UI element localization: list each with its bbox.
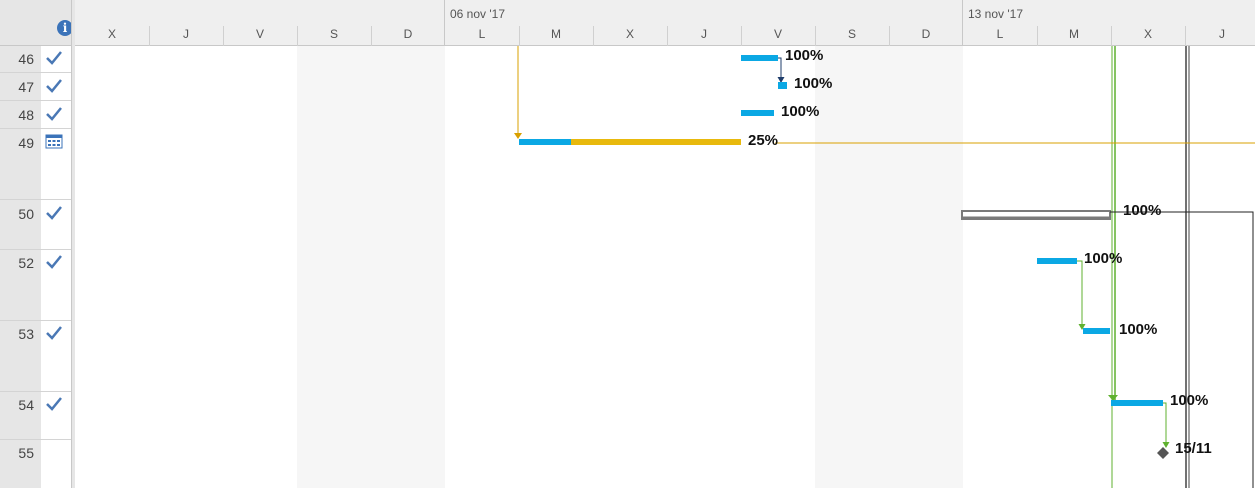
link-line — [1077, 260, 1083, 326]
task-label: 100% — [1123, 202, 1162, 219]
row-divider — [0, 100, 71, 101]
link-arrow — [514, 133, 522, 139]
task-bar[interactable] — [1037, 258, 1077, 264]
task-label: 100% — [785, 47, 824, 64]
row-divider — [0, 128, 71, 129]
task-bar-complete[interactable] — [519, 139, 571, 145]
row-id[interactable]: 49 — [0, 135, 34, 151]
task-label: 100% — [1170, 392, 1209, 409]
row-id[interactable]: 53 — [0, 326, 34, 342]
task-bar[interactable] — [741, 110, 774, 116]
day-label: D — [921, 27, 931, 41]
check-icon — [46, 51, 62, 65]
day-label: M — [1069, 27, 1079, 41]
check-icon — [46, 79, 62, 93]
milestone-diamond[interactable] — [1157, 447, 1169, 459]
task-bar[interactable] — [1083, 328, 1110, 334]
check-icon — [46, 326, 62, 340]
task-label: 15/11 — [1175, 440, 1212, 457]
calendar-icon — [45, 134, 63, 149]
day-label: S — [329, 27, 338, 41]
gantt-chart-area[interactable]: 100% 100% 100% 25% 100% 100% 100% 100% 1… — [75, 46, 1255, 488]
row-id[interactable]: 48 — [0, 107, 34, 123]
day-label: S — [847, 27, 856, 41]
link-line — [1163, 402, 1167, 444]
link-line — [778, 57, 782, 80]
week-label: 06 nov '17 — [450, 7, 506, 21]
row-id[interactable]: 47 — [0, 79, 34, 95]
row-divider — [0, 72, 71, 73]
row-id[interactable]: 52 — [0, 255, 34, 271]
check-icon — [46, 397, 62, 411]
day-label: J — [701, 27, 707, 41]
check-icon — [46, 206, 62, 220]
check-icon — [46, 255, 62, 269]
gantt-bars-svg — [514, 46, 1255, 488]
day-label: J — [183, 27, 189, 41]
row-id[interactable]: 55 — [0, 445, 34, 461]
row-id[interactable]: 54 — [0, 397, 34, 413]
day-label: X — [107, 27, 116, 41]
task-bar[interactable] — [741, 55, 778, 61]
day-label: L — [996, 27, 1004, 41]
day-label: D — [403, 27, 413, 41]
row-divider — [0, 199, 71, 200]
row-id[interactable]: 50 — [0, 206, 34, 222]
check-icon — [46, 107, 62, 121]
day-label: X — [1143, 27, 1152, 41]
task-bar[interactable] — [778, 82, 787, 89]
day-label: V — [255, 27, 264, 41]
day-label: M — [551, 27, 561, 41]
row-divider — [0, 439, 71, 440]
timescale-header[interactable]: 06 nov '17 13 nov '17 X J V S D L M X J … — [75, 0, 1255, 46]
day-label: J — [1219, 27, 1225, 41]
row-id[interactable]: 46 — [0, 51, 34, 67]
task-label: 100% — [794, 75, 833, 92]
day-label: L — [478, 27, 486, 41]
task-label: 25% — [748, 132, 779, 149]
day-label: V — [773, 27, 782, 41]
week-label: 13 nov '17 — [968, 7, 1024, 21]
task-bar[interactable] — [1111, 400, 1163, 406]
row-divider — [0, 320, 71, 321]
task-label: 100% — [781, 103, 820, 120]
task-bar-remaining[interactable] — [571, 139, 741, 145]
row-divider — [0, 249, 71, 250]
task-label: 100% — [1084, 250, 1123, 267]
link-arrow — [1162, 442, 1170, 448]
task-label: 100% — [1119, 321, 1158, 338]
row-divider — [0, 391, 71, 392]
day-label: X — [625, 27, 634, 41]
